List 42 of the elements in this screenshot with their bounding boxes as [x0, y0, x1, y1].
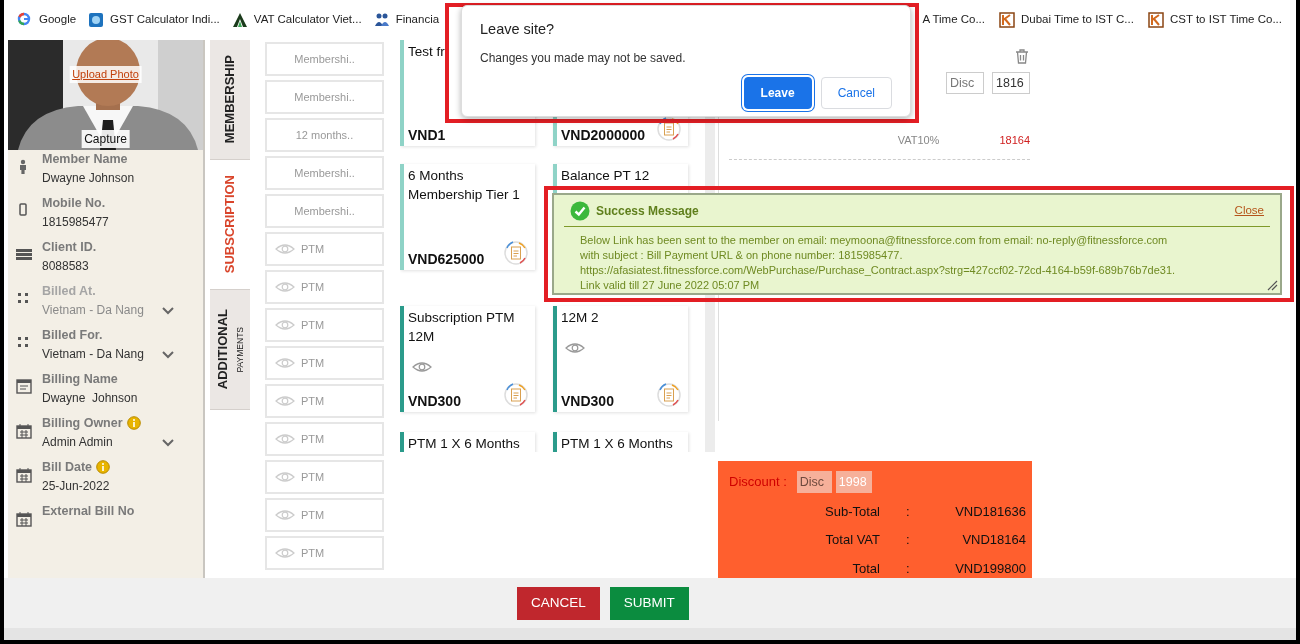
total-value: VND199800 [954, 559, 1026, 578]
separator: : [906, 559, 911, 578]
discount-label: Discount : [729, 472, 787, 491]
field-label: Billing Owner [42, 415, 123, 432]
plan-title: Subscription PTM 12M [408, 309, 516, 346]
field-label: Client ID. [42, 239, 97, 256]
field-label: Member Name [42, 151, 128, 168]
vat-label: VAT10% [897, 133, 940, 148]
field-value: Dwayne Johnson [42, 390, 138, 407]
plan-price: VND625000 [408, 250, 485, 268]
plan-price: VND2000000 [561, 126, 646, 144]
dialog-message: Changes you made may not be saved. [480, 49, 687, 67]
field-label: Bill Date [42, 459, 92, 476]
field-label: External Bill No [42, 503, 135, 520]
plan-price: VND1 [408, 126, 446, 144]
field-label: Billed At. [42, 283, 96, 300]
total-label: Total VAT [825, 531, 880, 549]
plan-price: VND300 [408, 392, 461, 410]
total-label: Sub-Total [825, 502, 880, 521]
total-value: VND18164 [961, 531, 1026, 549]
toast-message: Below Link has been sent to the member on email: meymoona@fitnessforce.com from email: no-reply@fitnessforce.com with subject : Bill Payment URL & on phone number: 1815985477. https://afasiatest.fitnessforce.com/WebPurchase/Purchase_Contract.aspx?strg=427ccf02-72cd-4164-b59f-689b76b7de31. Link valid till 27 June 2022 05:07 PM [580, 233, 1176, 293]
field-value: 8088583 [42, 258, 90, 275]
plan-title: 6 Months Membership Tier 1 [408, 167, 521, 204]
separator: : [906, 502, 911, 521]
field-value: Dwayne Johnson [42, 170, 135, 187]
plan-price: VND300 [561, 392, 614, 410]
field-label: Mobile No. [42, 195, 106, 212]
total-value: VND181636 [954, 502, 1026, 521]
total-label: Total [852, 559, 880, 578]
field-value: 25-Jun-2022 [42, 478, 110, 495]
dialog-title: Leave site? [480, 20, 556, 39]
plan-title: PTM 1 X 6 Months [408, 435, 520, 452]
field-label: Billing Name [42, 371, 118, 388]
field-value: 1815985477 [42, 214, 109, 231]
field-label: Billed For. [42, 327, 103, 344]
toast-title: Success Message [596, 203, 699, 220]
plan-title: Balance PT 12 [561, 167, 650, 185]
separator: : [906, 531, 911, 549]
vat-amount: 18164 [999, 133, 1030, 148]
plan-title: 12M 2 [561, 309, 599, 327]
plan-title: PTM 1 X 6 Months [561, 435, 673, 452]
plan-title: Test fr [408, 43, 445, 61]
